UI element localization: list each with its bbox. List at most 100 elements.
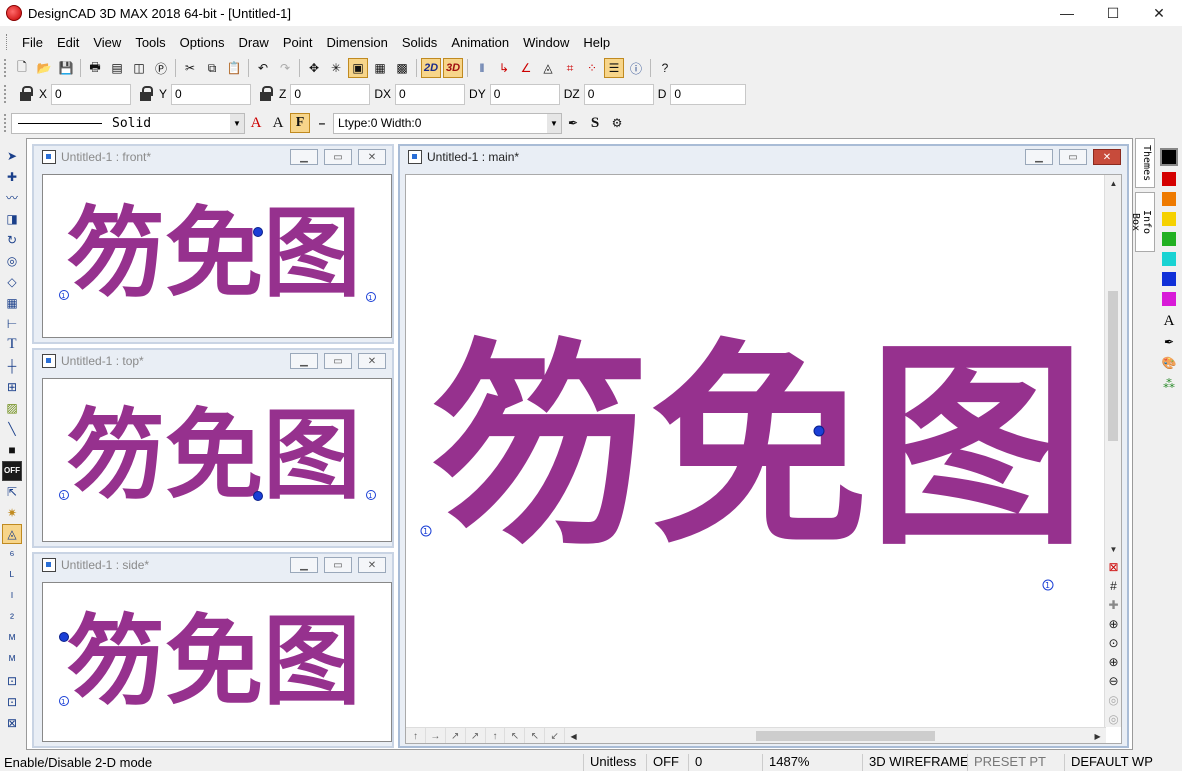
print-setup-icon[interactable]: ▤ — [107, 58, 127, 78]
move-cross-icon[interactable]: ✚ — [2, 167, 22, 187]
front-view-window[interactable]: Untitled-1 : front* ▁ ▭ ✕ 笏免图 1 1 — [32, 144, 394, 344]
select-arrow-icon[interactable]: ➤ — [2, 146, 22, 166]
cut-icon[interactable]: ✂ — [180, 58, 200, 78]
menu-window[interactable]: Window — [516, 35, 576, 50]
grid-icon[interactable]: # — [1105, 576, 1121, 595]
linebar-grip[interactable] — [4, 114, 8, 132]
snap-c6-icon[interactable]: ⊠ — [2, 713, 22, 733]
scroll-track-upper[interactable] — [1105, 191, 1121, 291]
pen-color-icon[interactable]: ✒ — [1160, 333, 1178, 351]
zoom-previous-icon[interactable]: ◎ — [1105, 690, 1121, 709]
side-view-canvas[interactable]: 笏免图 1 — [42, 582, 392, 742]
ltype-width-select[interactable]: Ltype:0 Width:0 ▼ — [333, 112, 562, 134]
close-button[interactable]: ✕ — [358, 557, 386, 573]
status-snap[interactable]: OFF — [646, 754, 679, 771]
info-box-tab[interactable]: Info Box — [1130, 192, 1155, 252]
text-icon[interactable]: T — [2, 335, 22, 355]
swatch-green[interactable] — [1162, 232, 1176, 246]
main-view-window[interactable]: Untitled-1 : main* ▁ ▭ ✕ 笏免图 1 1 ▲ ▼ ⊠ #… — [398, 144, 1129, 748]
center-cross-icon[interactable]: ✚ — [1105, 595, 1121, 614]
top-view-titlebar[interactable]: Untitled-1 : top* ▁ ▭ ✕ — [34, 350, 392, 372]
side-view-window[interactable]: Untitled-1 : side* ▁ ▭ ✕ 笏免图 1 — [32, 552, 394, 748]
cancel-view-icon[interactable]: ⊠ — [1105, 557, 1121, 576]
rotate-icon[interactable]: ↻ — [2, 230, 22, 250]
highlight-icon[interactable]: ✳ — [326, 58, 346, 78]
minimize-button[interactable]: ▁ — [290, 353, 318, 369]
hatch-icon[interactable]: ▨ — [2, 398, 22, 418]
close-button[interactable]: ✕ — [1136, 0, 1182, 26]
current-color-swatch[interactable] — [1160, 148, 1178, 166]
coordbar-grip[interactable] — [4, 85, 8, 103]
snap-grid-icon[interactable]: ⊡ — [2, 671, 22, 691]
top-view-window[interactable]: Untitled-1 : top* ▁ ▭ ✕ 笏免图 1 1 — [32, 348, 394, 548]
main-vertical-scrollbar[interactable]: ▲ ▼ ⊠ # ✚ ⊕ ⊙ ⊕ ⊖ ◎ ◎ — [1104, 175, 1121, 727]
lock-x-icon[interactable] — [17, 85, 35, 103]
font-outline-button[interactable]: A — [246, 113, 266, 133]
save-icon[interactable]: 💾 — [56, 58, 76, 78]
view-nw2-arrow-icon[interactable]: ↖ — [525, 728, 546, 743]
menu-animation[interactable]: Animation — [444, 35, 516, 50]
status-preset[interactable]: PRESET PT — [967, 754, 1064, 771]
info-icon[interactable]: ⓘ — [626, 58, 646, 78]
mode-3d-button[interactable]: 3D — [443, 58, 463, 78]
top-view-canvas[interactable]: 笏免图 1 1 — [42, 378, 392, 542]
copy-icon[interactable]: ⧉ — [202, 58, 222, 78]
close-button[interactable]: ✕ — [358, 149, 386, 165]
z-field[interactable]: 0 — [290, 83, 371, 105]
swatch-magenta[interactable] — [1162, 292, 1176, 306]
scroll-down-icon[interactable]: ▼ — [1105, 541, 1121, 557]
chevron-down-icon[interactable]: ▼ — [547, 113, 561, 133]
dx-field[interactable]: 0 — [395, 83, 466, 105]
menu-point[interactable]: Point — [276, 35, 320, 50]
print-preview-icon[interactable]: ◫ — [129, 58, 149, 78]
minimize-button[interactable]: — — [1044, 0, 1090, 26]
dz-field[interactable]: 0 — [583, 83, 654, 105]
diamond-icon[interactable]: ◇ — [2, 272, 22, 292]
main-view-titlebar[interactable]: Untitled-1 : main* ▁ ▭ ✕ — [400, 146, 1127, 168]
zoom-in-icon[interactable]: ⊕ — [1105, 652, 1121, 671]
snap-m2-icon[interactable]: ᴹ — [2, 650, 22, 670]
circle-icon[interactable]: ◎ — [2, 251, 22, 271]
sparkle-icon[interactable]: ✷ — [2, 503, 22, 523]
scroll-track-lower[interactable] — [1105, 441, 1121, 541]
text-color-icon[interactable]: A — [1160, 312, 1178, 330]
swatch-cyan[interactable] — [1162, 252, 1176, 266]
view-n-arrow-icon[interactable]: ↑ — [486, 728, 506, 743]
menu-solids[interactable]: Solids — [395, 35, 444, 50]
maximize-button[interactable]: ▭ — [324, 557, 352, 573]
x-field[interactable]: 0 — [51, 83, 132, 105]
zoom-extents-icon[interactable]: ⊙ — [1105, 633, 1121, 652]
properties-icon[interactable]: Ⓟ — [151, 58, 171, 78]
snap-i2-icon[interactable]: ² — [2, 608, 22, 628]
zoom-window-icon[interactable]: ⊕ — [1105, 614, 1121, 633]
cube-icon[interactable]: ◨ — [2, 209, 22, 229]
triangle-tool-icon[interactable]: ◬ — [2, 523, 22, 544]
minimize-button[interactable]: ▁ — [290, 557, 318, 573]
layers-color-icon[interactable]: ⁂ — [1160, 375, 1178, 393]
view-right-arrow-icon[interactable]: → — [426, 728, 446, 743]
undo-icon[interactable]: ↶ — [253, 58, 273, 78]
swatch-blue[interactable] — [1162, 272, 1176, 286]
menu-options[interactable]: Options — [173, 35, 232, 50]
scroll-up-icon[interactable]: ▲ — [1105, 175, 1121, 191]
scroll-thumb[interactable] — [1108, 291, 1118, 441]
attributes-icon[interactable]: ⚙ — [607, 113, 627, 133]
zoom-next-icon[interactable]: ◎ — [1105, 709, 1121, 728]
zoom-out-icon[interactable]: ⊖ — [1105, 671, 1121, 690]
print-icon[interactable]: 🖶 — [85, 58, 105, 78]
toolbar-grip[interactable] — [4, 59, 8, 77]
paste-icon[interactable]: 📋 — [224, 58, 244, 78]
snap-g-icon[interactable]: ⁶ — [2, 545, 22, 565]
point-marker[interactable] — [253, 227, 263, 237]
crosshair-icon[interactable]: ┼ — [2, 356, 22, 376]
snap-l-icon[interactable]: ᴸ — [2, 566, 22, 586]
front-view-canvas[interactable]: 笏免图 1 1 — [42, 174, 392, 338]
snap-grid2-icon[interactable]: ⊡ — [2, 692, 22, 712]
view-copy-icon[interactable]: ▩ — [392, 58, 412, 78]
pen-icon[interactable]: ✒ — [563, 113, 583, 133]
view-ne2-arrow-icon[interactable]: ↗ — [466, 728, 486, 743]
view-nw-arrow-icon[interactable]: ↖ — [505, 728, 526, 743]
handles-icon[interactable]: ⌗ — [560, 58, 580, 78]
array-icon[interactable]: ▦ — [2, 293, 22, 313]
status-render-mode[interactable]: 3D WIREFRAME — [862, 754, 969, 771]
